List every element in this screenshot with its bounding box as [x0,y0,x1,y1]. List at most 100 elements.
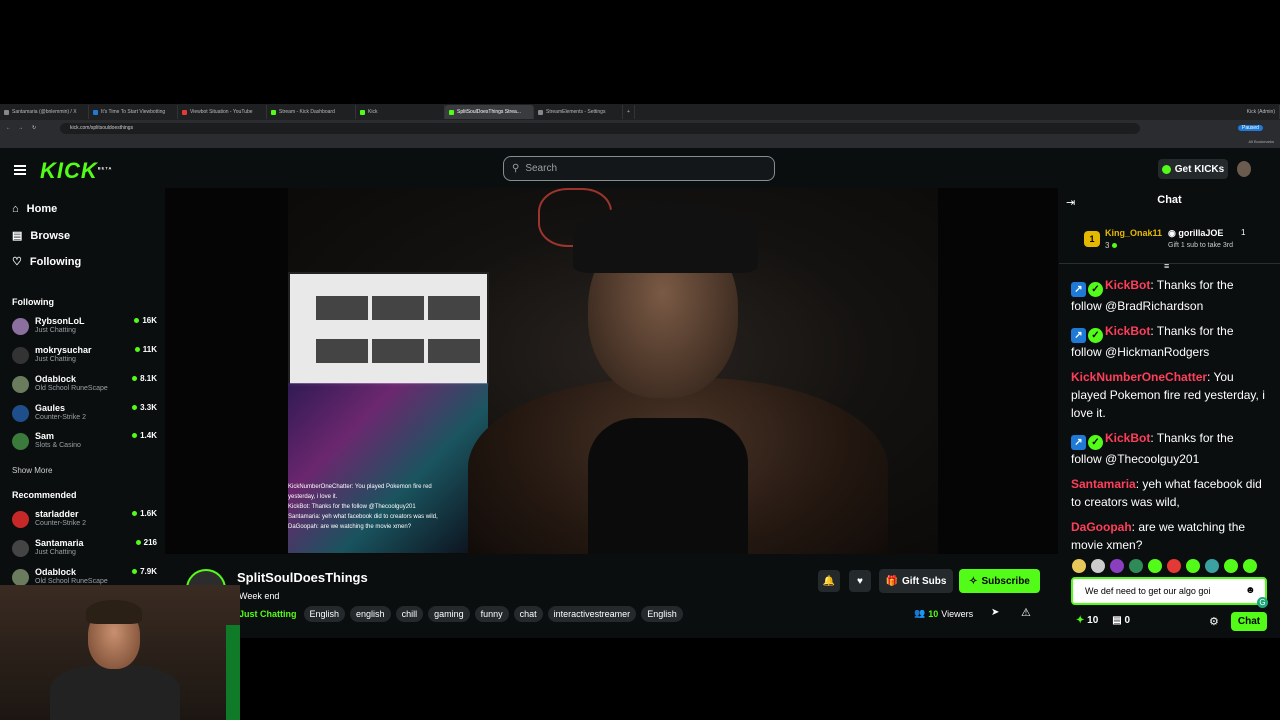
search-input[interactable]: ⚲ Search [503,156,775,181]
tag[interactable]: english [350,606,391,622]
tab-favicon-icon [93,109,98,115]
emoji-icon[interactable]: ☻ [1245,585,1256,596]
following-channel[interactable]: RybsonLoL Just Chatting 16K [12,316,157,342]
browser-tab[interactable]: Stream - Kick Dashboard [267,105,356,119]
tag[interactable]: funny [474,606,509,622]
recommended-channel[interactable]: starladder Counter-Strike 2 1.6K [12,509,157,535]
emote-icon[interactable] [1110,559,1124,573]
get-kicks-button[interactable]: Get KICKs [1158,159,1228,179]
channel-category: Just Chatting [35,356,76,363]
sidebar-item-browse[interactable]: ▤ Browse [12,229,70,243]
live-dot-icon [132,405,138,410]
tag[interactable]: English [641,606,683,622]
chat-input[interactable]: We def need to get our algo goi [1071,577,1267,605]
emote-icon[interactable] [1129,559,1143,573]
channel-name: Sam [35,431,55,441]
url-input[interactable]: kick.com/splitsouldoesthings [60,122,1140,134]
all-bookmarks-link[interactable]: All Bookmarks [1248,139,1274,144]
follow-button[interactable]: ♥ [849,570,871,592]
report-icon[interactable]: ⚠ [1021,606,1031,619]
chat-username[interactable]: DaGoopah [1071,520,1132,534]
kick-logo[interactable]: KICKBETA [40,158,112,184]
viewer-count: 16K [134,316,157,325]
emote-icon[interactable] [1186,559,1200,573]
live-dot-icon [134,318,140,323]
reload-icon[interactable]: ↻ [32,125,36,131]
channel-avatar [12,511,29,528]
chat-username[interactable]: KickNumberOneChatter [1071,370,1207,384]
channel-title[interactable]: SplitSoulDoesThings [237,570,368,585]
chat-message: ↗ ✓ KickBot: Thanks for the follow @Hickma… [1071,322,1266,361]
sidebar-item-label: Home [26,203,58,215]
resume-button[interactable]: Paused [1238,125,1263,131]
channel-points[interactable]: ✦ 10 [1076,615,1098,626]
recommended-channel[interactable]: Santamaria Just Chatting 216 [12,538,157,564]
sidebar-item-following[interactable]: ♡ Following [12,255,82,269]
browser-tab[interactable]: StreamElements - Settings [534,105,623,119]
browser-tab[interactable]: Viewbot Situation - YouTube [178,105,267,119]
emote-icon[interactable] [1148,559,1162,573]
back-icon[interactable]: ← [6,125,11,131]
chat-username[interactable]: KickBot [1105,278,1150,292]
channel-name: Gaules [35,403,66,413]
emote-icon[interactable] [1091,559,1105,573]
tag[interactable]: chat [513,606,543,622]
forward-icon[interactable]: → [18,125,23,131]
browser-tab[interactable]: SplitSoulDoesThings Strea... [445,105,534,119]
chat-username[interactable]: Santamaria [1071,477,1136,491]
chat-username[interactable]: KickBot [1105,324,1150,338]
bot-badge-icon: ↗ [1071,435,1086,450]
browser-tab[interactable]: Kick [356,105,445,119]
emote-icon[interactable] [1224,559,1238,573]
overlay-chat-line: KickNumberOneChatter: You played Pokemon… [288,484,432,490]
channel-category: Counter-Strike 2 [35,520,86,527]
subscribe-button[interactable]: ✧ Subscribe [959,569,1040,593]
search-icon: ⚲ [512,163,520,174]
chat-message: ↗ ✓ KickBot: Thanks for the follow @Thecoo… [1071,429,1266,468]
following-channel[interactable]: Sam Slots & Casino 1.4K [12,431,157,457]
chat-message: Santamaria: yeh what facebook did to cre… [1071,475,1266,511]
category-link[interactable]: Just Chatting [239,609,297,619]
grammarly-icon[interactable]: G [1257,597,1268,608]
gift-subs-button[interactable]: 🎁 Gift Subs [879,569,953,593]
chat-username[interactable]: KickBot [1105,431,1150,445]
heart-icon: ♡ [12,256,22,268]
gear-icon[interactable]: ⚙ [1209,615,1219,628]
emote-icon[interactable] [1205,559,1219,573]
emote-icon[interactable] [1072,559,1086,573]
leaderboard-user[interactable]: King_Onak11 [1105,228,1162,238]
browser-tab[interactable]: It's Time To Start Viewbotting [89,105,178,119]
tag[interactable]: English [303,606,346,622]
ticket-count[interactable]: ▤ 0 [1112,615,1130,626]
verified-badge-icon: ✓ [1088,328,1103,343]
following-channel[interactable]: Gaules Counter-Strike 2 3.3K [12,403,157,429]
tab-label: Santamaria (@bnlemmin) / X [12,109,77,115]
tab-label: StreamElements - Settings [546,109,606,115]
following-channel[interactable]: Odablock Old School RuneScape 8.1K [12,374,157,400]
viewer-count: 8.1K [132,374,157,383]
viewer-count: 3.3K [132,403,157,412]
share-icon[interactable]: ➤ [991,607,999,618]
tag[interactable]: chill [395,606,424,622]
tag[interactable]: gaming [428,606,470,622]
chat-divider [1059,263,1280,264]
notification-bell-button[interactable]: 🔔 [818,570,840,592]
user-avatar[interactable] [1237,161,1251,177]
sidebar-item-label: Following [29,255,82,268]
bot-badge-icon: ↗ [1071,282,1086,297]
viewer-count: 1.6K [132,509,157,518]
recommended-heading: Recommended [12,490,77,500]
new-tab-button[interactable]: + [623,105,635,119]
leaderboard-user[interactable]: ◉ gorillaJOE [1168,228,1223,239]
sidebar-item-home[interactable]: ⌂ Home [12,203,57,215]
browser-profile[interactable]: Kick (Admin) [1243,105,1280,119]
show-more-link[interactable]: Show More [12,466,52,475]
browser-tab[interactable]: Santamaria (@bnlemmin) / X [0,105,89,119]
menu-icon[interactable] [14,165,26,175]
following-channel[interactable]: mokrysuchar Just Chatting 11K [12,345,157,371]
tag[interactable]: interactivestreamer [547,606,637,622]
emote-icon[interactable] [1167,559,1181,573]
video-frame[interactable]: KickNumberOneChatter: You played Pokemon… [288,188,938,554]
send-chat-button[interactable]: Chat [1231,612,1267,631]
emote-icon[interactable] [1243,559,1257,573]
